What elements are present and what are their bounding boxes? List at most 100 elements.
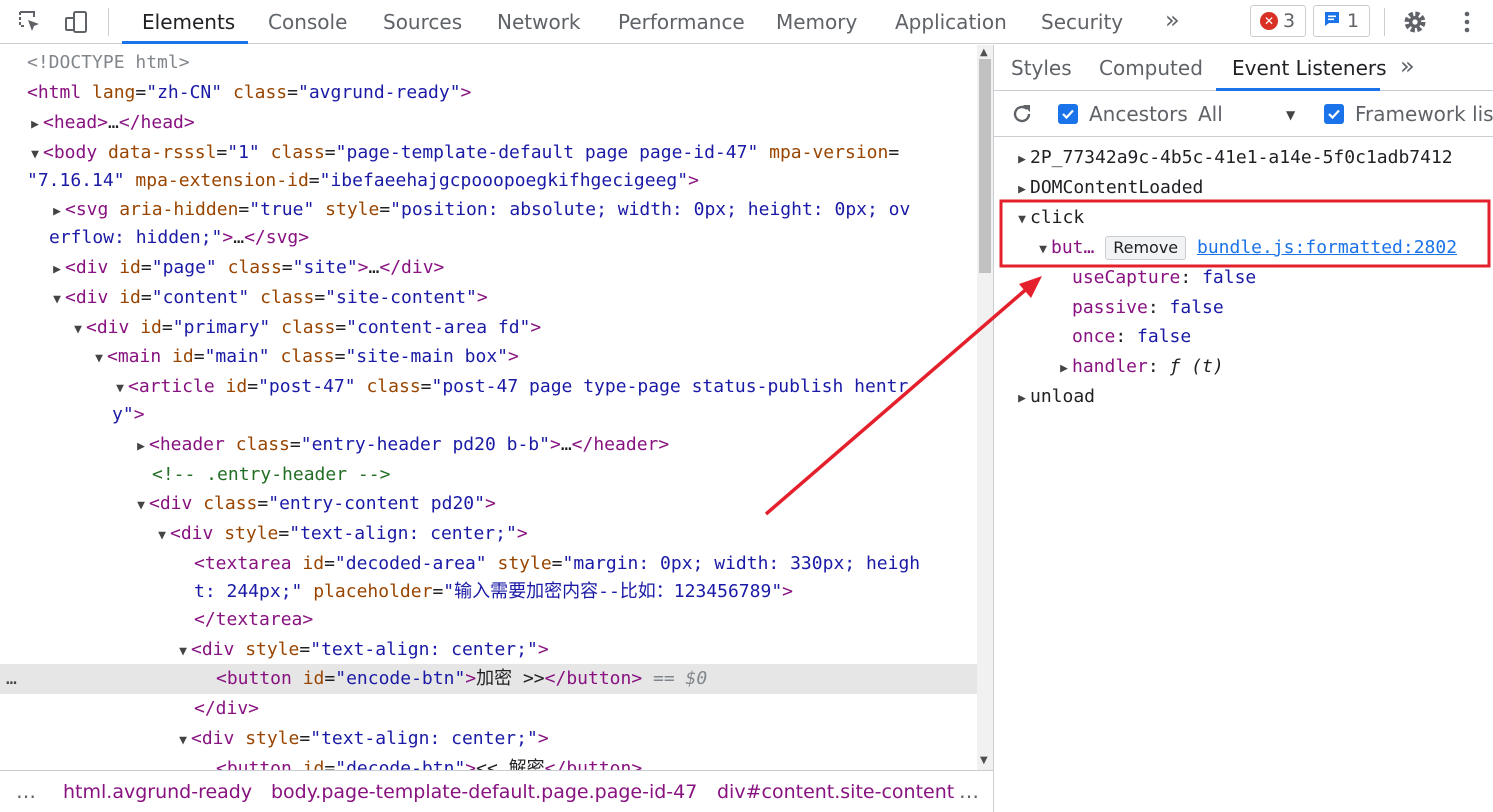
main-toolbar: Elements Console Sources Network Perform… [0,0,1493,44]
sidebar: Styles Computed Event Listeners » Ancest… [994,45,1493,812]
tab-sources[interactable]: Sources [383,0,462,44]
breadcrumb-html[interactable]: html.avgrund-ready [63,781,252,803]
dom-node-div-center-2[interactable]: ▼ <div style="text-align: center;"> [175,635,549,665]
more-tabs-button[interactable]: » [1165,6,1180,34]
prop-usecapture: useCapture: false [1072,267,1257,288]
event-domcontentloaded[interactable]: ▶ DOMContentLoaded [1014,173,1203,203]
remove-listener-button[interactable]: Remove [1105,236,1187,260]
ancestors-checkbox[interactable] [1058,104,1078,124]
device-toggle-icon[interactable] [60,6,92,38]
expand-triangle-icon[interactable]: ▶ [1056,354,1072,384]
framework-listeners-label: Framework listeners [1355,102,1493,126]
collapse-triangle-icon[interactable]: ▼ [70,315,86,345]
breadcrumb: … html.avgrund-ready body.page-template-… [0,770,993,812]
tab-security[interactable]: Security [1041,0,1123,44]
tab-network[interactable]: Network [497,0,581,44]
dom-node-div-center[interactable]: ▼ <div style="text-align: center;"> [154,519,528,549]
dom-node-div-primary[interactable]: ▼ <div id="primary" class="content-area f… [70,313,541,343]
breadcrumb-body[interactable]: body.page-template-default.page.page-id-… [271,781,697,803]
tab-styles[interactable]: Styles [1011,45,1072,91]
event-unload[interactable]: ▶ unload [1014,382,1095,412]
prop-once: once: false [1072,326,1192,347]
dom-tree[interactable]: … <!DOCTYPE html> <html lang="zh-CN" cla… [0,45,977,770]
prop-passive: passive: false [1072,297,1224,318]
tab-memory[interactable]: Memory [776,0,857,44]
dom-node-textarea-close: </textarea> [194,609,314,630]
prop-handler[interactable]: ▶ handler: ƒ (t) [1056,352,1224,382]
scroll-down-icon[interactable]: ▼ [980,755,988,766]
event-listeners-toolbar: Ancestors All ▼ Framework listeners [994,91,1493,137]
dom-node-textarea-wrap: t: 244px;" placeholder="输入需要加密内容--比如：123… [194,581,794,602]
breadcrumb-div-content[interactable]: div#content.site-content [717,781,954,803]
active-tab-indicator [122,41,248,44]
collapse-triangle-icon[interactable]: ▼ [1035,235,1051,265]
tab-computed[interactable]: Computed [1099,45,1203,91]
expand-triangle-icon[interactable]: ▶ [1014,175,1030,205]
dom-node-div-content[interactable]: ▼ <div id="content" class="site-content"> [49,283,488,313]
tab-event-listeners[interactable]: Event Listeners [1232,45,1387,91]
dom-node-div-center-3[interactable]: ▼ <div style="text-align: center;"> [175,724,549,754]
dom-node-div-close: </div> [194,698,260,719]
dom-node-article-wrap: y"> [112,404,145,425]
expand-triangle-icon[interactable]: ▶ [133,432,149,462]
dom-node-svg[interactable]: ▶ <svg aria-hidden="true" style="position… [49,195,910,225]
expand-triangle-icon[interactable]: ▶ [1014,145,1030,175]
scroll-up-icon[interactable]: ▲ [980,47,988,58]
dom-node-body[interactable]: ▼ <body data-rsssl="1" class="page-templa… [27,138,899,168]
tab-console[interactable]: Console [268,0,347,44]
collapse-triangle-icon[interactable]: ▼ [175,726,191,756]
dom-node-header[interactable]: ▶ <header class="entry-header pd20 b-b">…… [133,430,669,460]
dom-node-article[interactable]: ▼ <article id="post-47" class="post-47 pa… [112,372,908,402]
dom-node-encode-btn[interactable]: <button id="encode-btn">加密 >></button> =… [216,664,707,694]
tab-application[interactable]: Application [895,0,1007,44]
message-icon [1323,10,1341,33]
dom-doctype[interactable]: <!DOCTYPE html> [27,48,190,78]
collapse-triangle-icon[interactable]: ▼ [154,521,170,551]
event-listener-tree[interactable]: ▶ 2P_77342a9c-4b5c-41e1-a14e-5f0c1adb7412… [994,137,1493,812]
click-listener-entry[interactable]: ▼ but… Remove bundle.js:formatted:2802 [1035,233,1457,263]
dom-node-div-page[interactable]: ▶ <div id="page" class="site">…</div> [49,253,444,283]
gear-icon[interactable] [1399,6,1431,38]
dom-node-head[interactable]: ▶ <head>…</head> [27,108,195,138]
tab-elements[interactable]: Elements [142,0,235,44]
dom-node-entry-content[interactable]: ▼ <div class="entry-content pd20"> [133,489,496,519]
expand-triangle-icon[interactable]: ▶ [1014,384,1030,414]
messages-count: 1 [1347,10,1360,32]
dom-scrollbar-thumb[interactable] [979,59,991,273]
collapse-triangle-icon[interactable]: ▼ [133,491,149,521]
breadcrumb-scroll-left[interactable]: … [16,779,37,803]
dropdown-chevron-icon[interactable]: ▼ [1286,108,1295,122]
refresh-icon[interactable] [1010,102,1034,130]
collapse-triangle-icon[interactable]: ▼ [175,637,191,667]
ancestors-label: Ancestors [1089,102,1188,126]
toolbar-separator [108,8,109,36]
event-click[interactable]: ▼ click [1014,203,1084,233]
inspect-icon[interactable] [14,6,46,38]
expand-triangle-icon[interactable]: ▶ [49,255,65,285]
dom-node-decode-btn[interactable]: <button id="decode-btn"><< 解密</button> [216,754,642,770]
collapse-triangle-icon[interactable]: ▼ [49,285,65,315]
tab-performance[interactable]: Performance [618,0,745,44]
node-actions-dots[interactable]: … [6,664,18,694]
dom-node-textarea[interactable]: <textarea id="decoded-area" style="margi… [194,549,920,579]
dom-comment[interactable]: <!-- .entry-header --> [152,460,390,490]
framework-listeners-checkbox[interactable] [1324,104,1344,124]
listener-source-link[interactable]: bundle.js:formatted:2802 [1197,237,1457,258]
kebab-icon[interactable] [1451,6,1483,38]
breadcrumb-scroll-right[interactable]: … [955,779,980,803]
event-custom[interactable]: ▶ 2P_77342a9c-4b5c-41e1-a14e-5f0c1adb7412 [1014,143,1453,173]
more-sidebar-tabs-button[interactable]: » [1400,52,1415,80]
errors-counter[interactable]: ✕ 3 [1250,5,1306,37]
errors-count: 3 [1283,10,1296,32]
sidebar-tabs: Styles Computed Event Listeners » [994,45,1493,91]
dom-node-main[interactable]: ▼ <main id="main" class="site-main box"> [91,342,519,372]
collapse-triangle-icon[interactable]: ▼ [91,344,107,374]
dom-node-body-wrap: "7.16.14" mpa-extension-id="ibefaeehajgc… [27,170,699,191]
messages-counter[interactable]: 1 [1313,5,1370,37]
event-filter-select[interactable]: All [1198,91,1223,137]
dom-node-html[interactable]: <html lang="zh-CN" class="avgrund-ready"… [27,78,471,108]
dom-node-svg-wrap: erflow: hidden;">…</svg> [49,227,310,248]
collapse-triangle-icon[interactable]: ▼ [1014,205,1030,235]
expand-triangle-icon[interactable]: ▶ [27,110,43,140]
doctype-text: <!DOCTYPE html> [27,52,190,73]
